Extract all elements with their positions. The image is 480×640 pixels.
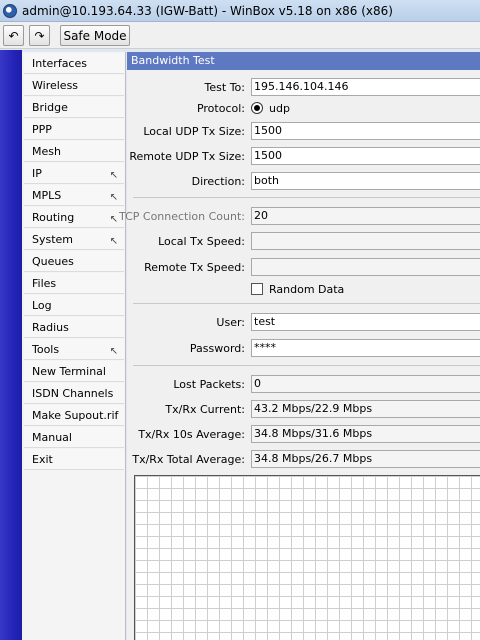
password-field[interactable]: **** xyxy=(251,339,480,357)
random-data-checkbox[interactable] xyxy=(251,283,263,295)
remote-udp-tx-size-label: Remote UDP Tx Size: xyxy=(129,150,245,163)
sidebar-item-label: System xyxy=(32,233,74,246)
user-field[interactable]: test xyxy=(251,313,480,331)
sidebar-item-bridge[interactable]: Bridge xyxy=(24,97,124,118)
redo-icon: ↷ xyxy=(34,28,45,43)
sidebar-item-queues[interactable]: Queues xyxy=(24,251,124,272)
sidebar-item-label: Manual xyxy=(32,431,72,444)
tx-rx-total-average-value: 34.8 Mbps/26.7 Mbps xyxy=(251,450,480,468)
sidebar-item-log[interactable]: Log xyxy=(24,295,124,316)
sidebar-item-label: PPP xyxy=(32,123,52,136)
sidebar-item-label: Tools xyxy=(32,343,60,356)
sidebar-item-label: Wireless xyxy=(32,79,79,92)
sidebar-item-system[interactable]: System ↖ xyxy=(24,229,124,250)
sidebar-item-label: Bridge xyxy=(32,101,68,114)
window-title-bar[interactable]: Bandwidth Test xyxy=(127,52,480,70)
protocol-label: Protocol: xyxy=(196,102,245,115)
sidebar-item-label: ISDN Channels xyxy=(32,387,114,400)
sidebar-item-label: Routing xyxy=(32,211,75,224)
password-label: Password: xyxy=(189,342,245,355)
sidebar-item-tools[interactable]: Tools ↖ xyxy=(24,339,124,360)
sidebar-item-radius[interactable]: Radius xyxy=(24,317,124,338)
remote-tx-speed-label: Remote Tx Speed: xyxy=(144,261,245,274)
tcp-connection-count-field[interactable]: 20 xyxy=(251,207,480,225)
sidebar-item-label: Mesh xyxy=(32,145,61,158)
sidebar-item-label: Make Supout.rif xyxy=(32,409,119,422)
submenu-arrow-icon: ↖ xyxy=(109,346,118,357)
sidebar-item-isdn-channels[interactable]: ISDN Channels xyxy=(24,383,124,404)
sidebar-item-label: Exit xyxy=(32,453,53,466)
sidebar-item-label: IP xyxy=(32,167,42,180)
sidebar-item-label: Queues xyxy=(32,255,74,268)
sidebar-strip xyxy=(0,50,22,640)
tx-rx-total-average-label: Tx/Rx Total Average: xyxy=(132,453,245,466)
sidebar-item-wireless[interactable]: Wireless xyxy=(24,75,124,96)
sidebar-item-label: Log xyxy=(32,299,52,312)
sidebar-item-exit[interactable]: Exit xyxy=(24,449,124,470)
bandwidth-test-window: Bandwidth Test Test To: 195.146.104.146 … xyxy=(119,52,480,640)
lost-packets-label: Lost Packets: xyxy=(173,378,245,391)
sidebar-item-manual[interactable]: Manual xyxy=(24,427,124,448)
divider xyxy=(133,197,480,198)
tx-rx-10s-average-label: Tx/Rx 10s Average: xyxy=(138,428,245,441)
sidebar-item-mpls[interactable]: MPLS ↖ xyxy=(24,185,124,206)
protocol-udp-label: udp xyxy=(269,102,290,115)
local-udp-tx-size-label: Local UDP Tx Size: xyxy=(143,125,245,138)
tx-rx-10s-average-value: 34.8 Mbps/31.6 Mbps xyxy=(251,425,480,443)
submenu-arrow-icon: ↖ xyxy=(109,214,118,225)
title-bar: admin@10.193.64.33 (IGW-Batt) - WinBox v… xyxy=(0,0,480,22)
undo-button[interactable]: ↶ xyxy=(3,25,24,46)
remote-udp-tx-size-field[interactable]: 1500 xyxy=(251,147,480,165)
random-data-label: Random Data xyxy=(269,283,345,296)
sidebar-item-ppp[interactable]: PPP xyxy=(24,119,124,140)
tcp-connection-count-label: TCP Connection Count: xyxy=(119,210,245,223)
redo-button[interactable]: ↷ xyxy=(29,25,50,46)
sidebar-item-new-terminal[interactable]: New Terminal xyxy=(24,361,124,382)
sidebar-item-label: Files xyxy=(32,277,57,290)
remote-tx-speed-field[interactable] xyxy=(251,258,480,276)
sidebar-menu: Interfaces Wireless Bridge PPP Mesh IP ↖ … xyxy=(22,52,126,640)
divider xyxy=(133,365,480,366)
local-tx-speed-field[interactable] xyxy=(251,232,480,250)
test-to-field[interactable]: 195.146.104.146 xyxy=(251,78,480,96)
direction-select[interactable]: both xyxy=(251,172,480,190)
sidebar-item-label: Radius xyxy=(32,321,69,334)
safe-mode-button[interactable]: Safe Mode xyxy=(60,25,130,46)
submenu-arrow-icon: ↖ xyxy=(109,236,118,247)
sidebar-item-make-supout[interactable]: Make Supout.rif xyxy=(24,405,124,426)
window-title: admin@10.193.64.33 (IGW-Batt) - WinBox v… xyxy=(22,4,393,18)
sidebar-item-label: New Terminal xyxy=(32,365,106,378)
undo-icon: ↶ xyxy=(8,28,19,43)
toolbar: ↶ ↷ Safe Mode xyxy=(0,22,480,49)
local-udp-tx-size-field[interactable]: 1500 xyxy=(251,122,480,140)
sidebar-item-routing[interactable]: Routing ↖ xyxy=(24,207,124,228)
local-tx-speed-label: Local Tx Speed: xyxy=(158,235,245,248)
traffic-graph xyxy=(134,475,480,640)
tx-rx-current-value: 43.2 Mbps/22.9 Mbps xyxy=(251,400,480,418)
winbox-app-icon xyxy=(3,4,17,18)
submenu-arrow-icon: ↖ xyxy=(109,192,118,203)
tx-rx-current-label: Tx/Rx Current: xyxy=(165,403,245,416)
lost-packets-value: 0 xyxy=(251,375,480,393)
sidebar-item-label: Interfaces xyxy=(32,57,87,70)
sidebar-item-files[interactable]: Files xyxy=(24,273,124,294)
test-to-label: Test To: xyxy=(204,81,245,94)
sidebar-item-ip[interactable]: IP ↖ xyxy=(24,163,124,184)
user-label: User: xyxy=(216,316,245,329)
submenu-arrow-icon: ↖ xyxy=(109,170,118,181)
direction-label: Direction: xyxy=(191,175,245,188)
divider xyxy=(133,303,480,304)
sidebar-item-label: MPLS xyxy=(32,189,62,202)
protocol-udp-radio[interactable] xyxy=(251,102,263,114)
sidebar-item-interfaces[interactable]: Interfaces xyxy=(24,53,124,74)
sidebar-item-mesh[interactable]: Mesh xyxy=(24,141,124,162)
